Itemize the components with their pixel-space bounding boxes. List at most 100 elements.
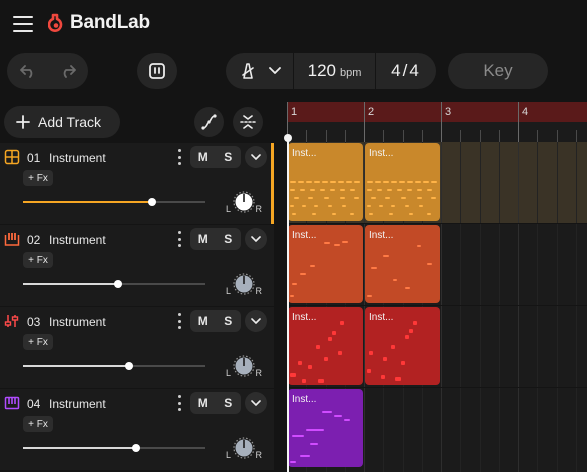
midi-clip[interactable]: Inst... xyxy=(288,225,363,303)
pan-knob[interactable]: L R xyxy=(226,270,262,302)
track-header[interactable]: 03 Instrument M S + Fx L R xyxy=(0,307,274,388)
midi-note xyxy=(292,435,304,437)
panel-divider[interactable] xyxy=(274,96,286,472)
expand-track-button[interactable] xyxy=(245,310,267,332)
collapse-tracks-button[interactable] xyxy=(233,107,263,137)
solo-button[interactable]: S xyxy=(216,310,242,332)
track-header[interactable]: 02 Instrument M S + Fx L R xyxy=(0,225,274,306)
midi-note xyxy=(294,197,299,199)
midi-note xyxy=(298,361,302,365)
arrangement-area[interactable]: Inst... Inst... Inst... Inst... Inst... … xyxy=(287,142,587,472)
track-number: 02 xyxy=(27,233,41,247)
volume-slider-thumb[interactable] xyxy=(148,198,157,206)
track-options-icon[interactable] xyxy=(176,313,182,329)
add-fx-button[interactable]: + Fx xyxy=(23,252,53,268)
ruler-tick xyxy=(498,130,500,142)
volume-slider-thumb[interactable] xyxy=(131,444,140,452)
midi-note xyxy=(300,189,305,191)
chevron-down-icon xyxy=(251,153,261,160)
pan-left-label: L xyxy=(226,450,232,460)
midi-note xyxy=(350,213,354,215)
midi-note xyxy=(367,205,371,207)
key-label: Key xyxy=(483,61,513,80)
midi-note xyxy=(415,181,421,183)
solo-button[interactable]: S xyxy=(216,146,242,168)
midi-note xyxy=(290,373,296,377)
menu-icon[interactable] xyxy=(13,16,33,32)
midi-note xyxy=(405,287,410,289)
midi-note xyxy=(401,361,405,365)
solo-button[interactable]: S xyxy=(216,228,242,250)
metronome-icon xyxy=(241,63,254,79)
volume-slider-thumb[interactable] xyxy=(124,362,133,370)
mute-button[interactable]: M xyxy=(190,146,216,168)
midi-note xyxy=(419,205,423,207)
loop-button[interactable] xyxy=(137,53,177,89)
volume-slider[interactable] xyxy=(23,362,205,370)
mute-solo-group: M S xyxy=(190,310,241,332)
track-header[interactable]: 01 Instrument M S + Fx L R xyxy=(0,143,274,224)
mute-button[interactable]: M xyxy=(190,392,216,414)
volume-slider[interactable] xyxy=(23,198,205,206)
track-name[interactable]: Instrument xyxy=(49,397,106,411)
track-header[interactable]: 04 Instrument M S + Fx L R xyxy=(0,389,274,470)
time-signature-display[interactable]: 4/4 xyxy=(376,53,436,89)
midi-clip[interactable]: Inst... xyxy=(365,225,440,303)
add-fx-button[interactable]: + Fx xyxy=(23,416,53,432)
playhead-handle[interactable] xyxy=(284,134,292,142)
playhead[interactable] xyxy=(287,136,289,472)
add-track-button[interactable]: Add Track xyxy=(4,106,120,138)
mute-button[interactable]: M xyxy=(190,310,216,332)
midi-note xyxy=(344,419,350,421)
track-name[interactable]: Instrument xyxy=(49,233,106,247)
midi-note xyxy=(385,197,390,199)
track-options-icon[interactable] xyxy=(176,149,182,165)
volume-slider-thumb[interactable] xyxy=(113,280,122,288)
track-options-icon[interactable] xyxy=(176,395,182,411)
midi-note xyxy=(306,429,324,431)
midi-note xyxy=(413,321,417,325)
volume-slider[interactable] xyxy=(23,280,205,288)
midi-note xyxy=(367,181,373,183)
undo-button[interactable] xyxy=(8,53,48,89)
midi-clip[interactable]: Inst... xyxy=(288,389,363,467)
midi-clip[interactable]: Inst... xyxy=(288,307,363,385)
midi-note xyxy=(342,241,348,243)
expand-track-button[interactable] xyxy=(245,146,267,168)
volume-slider[interactable] xyxy=(23,444,205,452)
redo-button[interactable] xyxy=(48,53,88,89)
midi-note xyxy=(298,181,304,183)
midi-clip[interactable]: Inst... xyxy=(288,143,363,221)
grid-line xyxy=(556,142,558,472)
midi-clip[interactable]: Inst... xyxy=(365,307,440,385)
solo-button[interactable]: S xyxy=(216,392,242,414)
track-name[interactable]: Instrument xyxy=(49,151,106,165)
pan-knob[interactable]: L R xyxy=(226,352,262,384)
automation-button[interactable] xyxy=(194,107,224,137)
midi-note xyxy=(310,265,315,267)
tempo-display[interactable]: 120 bpm xyxy=(294,53,376,89)
bandlab-logo[interactable]: BandLab xyxy=(48,12,150,34)
grid-line xyxy=(441,142,442,472)
key-button[interactable]: Key xyxy=(448,53,548,89)
midi-note xyxy=(324,357,328,361)
clip-title: Inst... xyxy=(292,394,317,405)
track-name[interactable]: Instrument xyxy=(49,315,106,329)
ruler-tick xyxy=(479,130,481,142)
mute-button[interactable]: M xyxy=(190,228,216,250)
add-fx-button[interactable]: + Fx xyxy=(23,170,53,186)
track-options-icon[interactable] xyxy=(176,231,182,247)
add-fx-button[interactable]: + Fx xyxy=(23,334,53,350)
metronome-button[interactable] xyxy=(226,53,294,89)
expand-track-button[interactable] xyxy=(245,228,267,250)
midi-clip[interactable]: Inst... xyxy=(365,143,440,221)
midi-note xyxy=(377,189,382,191)
pan-knob[interactable]: L R xyxy=(226,434,262,466)
pan-right-label: R xyxy=(255,286,263,296)
pan-knob[interactable]: L R xyxy=(226,188,262,220)
expand-track-button[interactable] xyxy=(245,392,267,414)
midi-note xyxy=(328,337,332,341)
chevron-down-icon[interactable] xyxy=(268,67,281,75)
loop-region[interactable] xyxy=(287,102,587,122)
timeline-ruler[interactable]: 1 2 3 4 xyxy=(287,102,587,142)
